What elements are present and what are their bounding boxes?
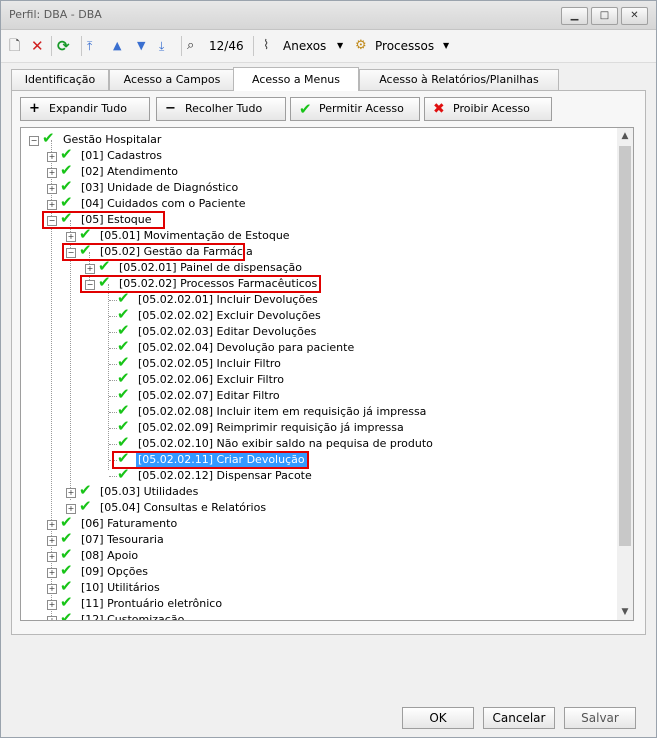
expand-toggle[interactable]: +: [47, 552, 57, 562]
anexos-dropdown-icon[interactable]: ▼: [337, 36, 343, 56]
maximize-button[interactable]: □: [591, 7, 618, 25]
check-icon[interactable]: ✔: [117, 386, 130, 402]
collapse-all-button[interactable]: − Recolher Tudo: [156, 97, 286, 121]
check-icon[interactable]: ✔: [60, 594, 73, 610]
check-icon[interactable]: ✔: [117, 418, 130, 434]
tab-acesso-campos[interactable]: Acesso a Campos: [109, 69, 235, 90]
check-icon[interactable]: ✔: [60, 578, 73, 594]
highlight-box-estoque: [42, 211, 165, 229]
check-icon[interactable]: ✔: [60, 178, 73, 194]
check-icon[interactable]: ✔: [79, 498, 92, 514]
check-icon[interactable]: ✔: [60, 162, 73, 178]
profile-window: Perfil: DBA - DBA ▁ □ ✕ 🗋 ✕ ⟳ ⤒ ▲ ▼ ⤓ ⌕ …: [0, 0, 657, 738]
collapse-toggle[interactable]: −: [29, 136, 39, 146]
expand-toggle[interactable]: +: [47, 200, 57, 210]
cancel-button[interactable]: Cancelar: [483, 707, 555, 729]
check-icon[interactable]: ✔: [60, 562, 73, 578]
title-bar: Perfil: DBA - DBA ▁ □ ✕: [1, 1, 656, 30]
tree-scrollbar[interactable]: ▲ ▼: [617, 127, 634, 621]
expand-toggle[interactable]: +: [47, 168, 57, 178]
check-icon[interactable]: ✔: [60, 546, 73, 562]
new-icon[interactable]: 🗋: [9, 36, 20, 56]
scroll-up-icon[interactable]: ▲: [617, 128, 633, 144]
check-icon[interactable]: ✔: [60, 610, 73, 620]
next-record-icon[interactable]: ▼: [137, 36, 145, 56]
expand-toggle[interactable]: +: [47, 568, 57, 578]
delete-icon[interactable]: ✕: [31, 36, 44, 56]
expand-toggle[interactable]: +: [47, 616, 57, 620]
scroll-thumb[interactable]: [619, 146, 631, 546]
toolbar: 🗋 ✕ ⟳ ⤒ ▲ ▼ ⤓ ⌕ 12/46 ⌇ Anexos ▼ ⚙ Proce…: [1, 30, 656, 63]
ok-button[interactable]: OK: [402, 707, 474, 729]
check-icon[interactable]: ✔: [117, 370, 130, 386]
close-window-button[interactable]: ✕: [621, 7, 648, 25]
record-counter: 12/46: [209, 39, 244, 53]
expand-toggle[interactable]: +: [47, 600, 57, 610]
minus-icon: −: [165, 101, 176, 116]
check-icon: ✔: [299, 100, 312, 118]
check-icon[interactable]: ✔: [79, 482, 92, 498]
check-icon[interactable]: ✔: [117, 306, 130, 322]
expand-toggle[interactable]: +: [47, 584, 57, 594]
expand-toggle[interactable]: +: [66, 488, 76, 498]
cross-icon: ✖: [433, 101, 445, 117]
expand-toggle[interactable]: +: [66, 232, 76, 242]
tab-identificacao[interactable]: Identificação: [11, 69, 109, 90]
save-button[interactable]: Salvar: [564, 707, 636, 729]
processos-gear-icon: ⚙: [355, 38, 367, 53]
expand-toggle[interactable]: +: [47, 152, 57, 162]
check-icon[interactable]: ✔: [117, 434, 130, 450]
tab-acesso-menus[interactable]: Acesso a Menus: [233, 67, 359, 91]
last-record-icon[interactable]: ⤓: [159, 36, 164, 56]
expand-toggle[interactable]: +: [85, 264, 95, 274]
highlight-box-processos: [80, 275, 321, 293]
previous-record-icon[interactable]: ▲: [113, 36, 121, 56]
highlight-box-criar-devolucao: [112, 451, 309, 469]
check-icon[interactable]: ✔: [117, 402, 130, 418]
binoculars-icon[interactable]: ⌕: [187, 36, 194, 56]
paperclip-icon: ⌇: [263, 38, 270, 53]
deny-access-button[interactable]: ✖ Proibir Acesso: [424, 97, 552, 121]
check-icon[interactable]: ✔: [60, 194, 73, 210]
expand-toggle[interactable]: +: [47, 184, 57, 194]
check-icon[interactable]: ✔: [117, 322, 130, 338]
processos-menu[interactable]: Processos: [375, 36, 434, 56]
tab-acesso-relatorios[interactable]: Acesso à Relatórios/Planilhas: [359, 69, 559, 90]
check-icon[interactable]: ✔: [60, 514, 73, 530]
window-title: Perfil: DBA - DBA: [9, 8, 102, 21]
check-icon[interactable]: ✔: [60, 146, 73, 162]
plus-icon: +: [29, 101, 40, 116]
menu-access-panel: + Expandir Tudo − Recolher Tudo ✔ Permit…: [11, 90, 646, 635]
minimize-button[interactable]: ▁: [561, 7, 588, 25]
expand-toggle[interactable]: +: [47, 520, 57, 530]
first-record-icon[interactable]: ⤒: [87, 36, 92, 56]
expand-toggle[interactable]: +: [47, 536, 57, 546]
check-icon[interactable]: ✔: [60, 530, 73, 546]
highlight-box-gestao-farmacia: [62, 243, 245, 261]
refresh-icon[interactable]: ⟳: [57, 36, 70, 56]
check-icon[interactable]: ✔: [117, 338, 130, 354]
check-icon[interactable]: ✔: [117, 354, 130, 370]
processos-dropdown-icon[interactable]: ▼: [443, 36, 449, 56]
menu-tree[interactable]: − ✔ Gestão Hospitalar + ✔ [01] Cadastros…: [20, 127, 618, 621]
anexos-menu[interactable]: Anexos: [283, 36, 326, 56]
expand-all-button[interactable]: + Expandir Tudo: [20, 97, 150, 121]
allow-access-button[interactable]: ✔ Permitir Acesso: [290, 97, 420, 121]
scroll-down-icon[interactable]: ▼: [617, 604, 633, 620]
check-icon[interactable]: ✔: [42, 130, 55, 146]
